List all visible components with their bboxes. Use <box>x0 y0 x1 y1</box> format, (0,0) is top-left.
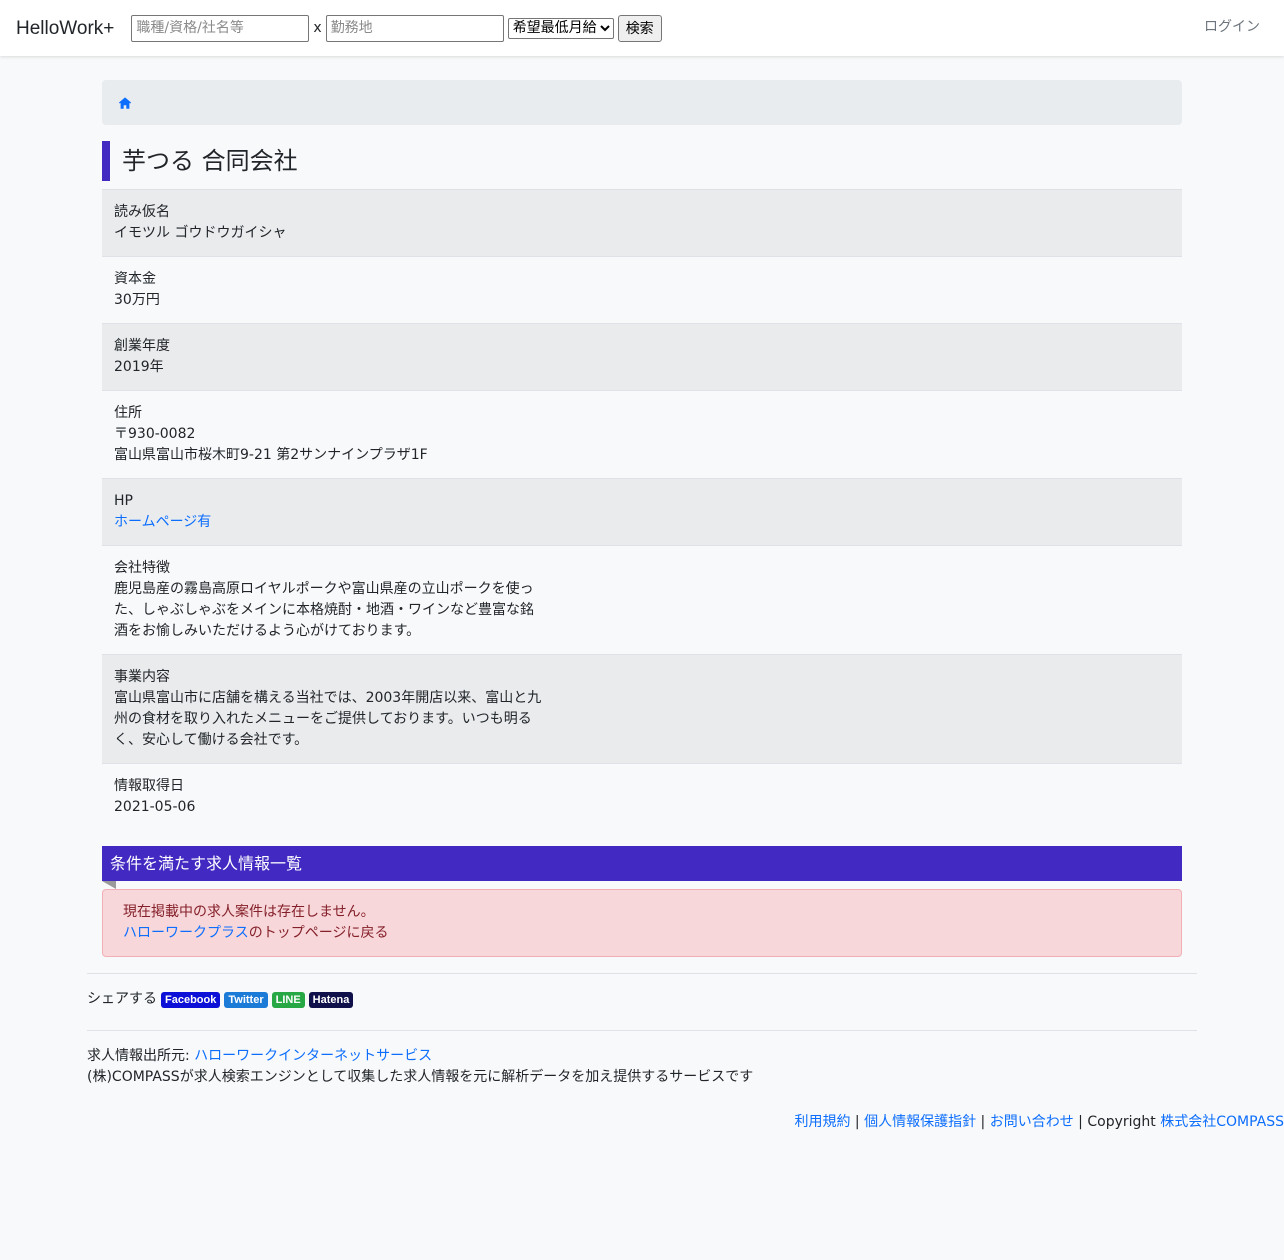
divider <box>87 973 1197 974</box>
info-row-business: 事業内容 富山県富山市に店舗を構える当社では、2003年開店以来、富山と九州の食… <box>102 654 1182 763</box>
footer-links: 利用規約 | 個人情報保護指針 | お問い合わせ | Copyright 株式会… <box>794 1112 1284 1133</box>
info-value: 〒930-0082 富山県富山市桜木町9-21 第2サンナインプラザ1F <box>114 426 428 463</box>
copyright-text: Copyright <box>1087 1114 1161 1130</box>
times-separator: x <box>313 19 322 36</box>
info-value: 富山県富山市に店舗を構える当社では、2003年開店以来、富山と九州の食材を取り入… <box>114 690 542 748</box>
info-value: イモツル ゴウドウガイシャ <box>114 225 287 241</box>
breadcrumb <box>102 80 1182 125</box>
footer-separator: | <box>1073 1114 1088 1130</box>
no-jobs-message: 現在掲載中の求人案件は存在しません。 <box>123 904 375 920</box>
location-input[interactable] <box>325 14 504 42</box>
info-row-capital: 資本金 30万円 <box>102 256 1182 323</box>
share-hatena-button[interactable]: Hatena <box>308 991 354 1008</box>
search-button[interactable]: 検索 <box>617 14 662 42</box>
home-icon <box>118 96 132 109</box>
info-label: 資本金 <box>114 271 156 287</box>
info-label: 事業内容 <box>114 669 170 685</box>
info-row-homepage: HP ホームページ有 <box>102 478 1182 545</box>
info-label: 会社特徴 <box>114 560 170 576</box>
page-title: 芋つる 合同会社 <box>102 141 1182 181</box>
company-link[interactable]: 株式会社COMPASS <box>1160 1114 1284 1130</box>
source-line: 求人情報出所元: ハローワークインターネットサービス <box>87 1046 753 1067</box>
footer-separator: | <box>976 1114 990 1130</box>
share-facebook-button[interactable]: Facebook <box>161 991 221 1008</box>
homepage-link[interactable]: ホームページ有 <box>114 512 1170 533</box>
heading-ribbon-tail <box>102 881 116 889</box>
info-label: 情報取得日 <box>114 778 184 794</box>
info-row-retrieved: 情報取得日 2021-05-06 <box>102 763 1182 830</box>
info-row-features: 会社特徴 鹿児島産の霧島高原ロイヤルポークや富山県産の立山ポークを使った、しゃぶ… <box>102 545 1182 654</box>
return-line: ハローワークプラスのトップページに戻る <box>123 923 1161 944</box>
source-prefix: 求人情報出所元: <box>87 1048 195 1064</box>
info-label: 読み仮名 <box>114 204 170 220</box>
info-row-reading: 読み仮名 イモツル ゴウドウガイシャ <box>102 189 1182 256</box>
info-value: 鹿児島産の霧島高原ロイヤルポークや富山県産の立山ポークを使った、しゃぶしゃぶをメ… <box>114 581 534 639</box>
service-description: (株)COMPASSが求人検索エンジンとして収集した求人情報を元に解析データを加… <box>87 1069 754 1085</box>
jobs-heading-text: 条件を満たす求人情報一覧 <box>110 854 303 873</box>
terms-link[interactable]: 利用規約 <box>794 1114 850 1130</box>
source-link[interactable]: ハローワークインターネットサービス <box>194 1048 432 1064</box>
info-row-address: 住所 〒930-0082 富山県富山市桜木町9-21 第2サンナインプラザ1F <box>102 390 1182 478</box>
info-value: 2019年 <box>114 359 164 375</box>
info-label: 創業年度 <box>114 338 170 354</box>
info-value: 2021-05-06 <box>114 799 196 815</box>
divider <box>87 1030 1197 1031</box>
info-label: HP <box>114 493 133 509</box>
company-name: 芋つる 合同会社 <box>122 147 298 175</box>
login-link[interactable]: ログイン <box>1204 17 1260 38</box>
brand-logo[interactable]: HelloWork+ <box>16 18 114 39</box>
breadcrumb-home-link[interactable] <box>118 96 132 110</box>
return-suffix: のトップページに戻る <box>248 925 389 941</box>
share-line-button[interactable]: LINE <box>271 991 305 1008</box>
info-label: 住所 <box>114 405 142 421</box>
share-bar: シェアする Facebook Twitter LINE Hatena <box>87 989 354 1010</box>
share-twitter-button[interactable]: Twitter <box>224 991 268 1008</box>
contact-link[interactable]: お問い合わせ <box>990 1114 1074 1130</box>
info-value: 30万円 <box>114 292 160 308</box>
hellowork-plus-link[interactable]: ハローワークプラス <box>123 925 249 941</box>
no-jobs-alert: 現在掲載中の求人案件は存在しません。 ハローワークプラスのトップページに戻る <box>102 889 1182 957</box>
company-info-table: 読み仮名 イモツル ゴウドウガイシャ 資本金 30万円 創業年度 2019年 住… <box>102 189 1182 830</box>
source-info: 求人情報出所元: ハローワークインターネットサービス (株)COMPASSが求人… <box>87 1046 753 1088</box>
keyword-input[interactable] <box>131 14 310 42</box>
jobs-section-heading: 条件を満たす求人情報一覧 <box>102 846 1182 881</box>
salary-select[interactable]: 希望最低月給 <box>507 17 614 39</box>
privacy-link[interactable]: 個人情報保護指針 <box>864 1114 976 1130</box>
info-row-founded: 創業年度 2019年 <box>102 323 1182 390</box>
navbar: HelloWork+ x 希望最低月給 検索 ログイン <box>0 0 1284 56</box>
share-label: シェアする <box>87 991 157 1007</box>
footer-separator: | <box>850 1114 865 1130</box>
